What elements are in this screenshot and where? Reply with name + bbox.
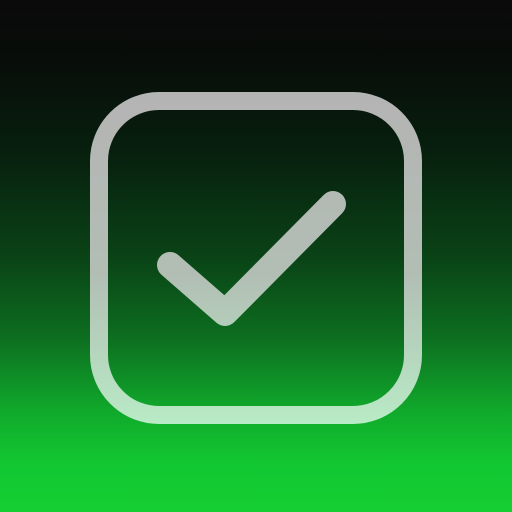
checkbox-checked-icon: [90, 92, 422, 424]
checkmark: [157, 191, 346, 326]
checkbox-frame: [90, 92, 422, 424]
app-icon: [0, 0, 512, 512]
